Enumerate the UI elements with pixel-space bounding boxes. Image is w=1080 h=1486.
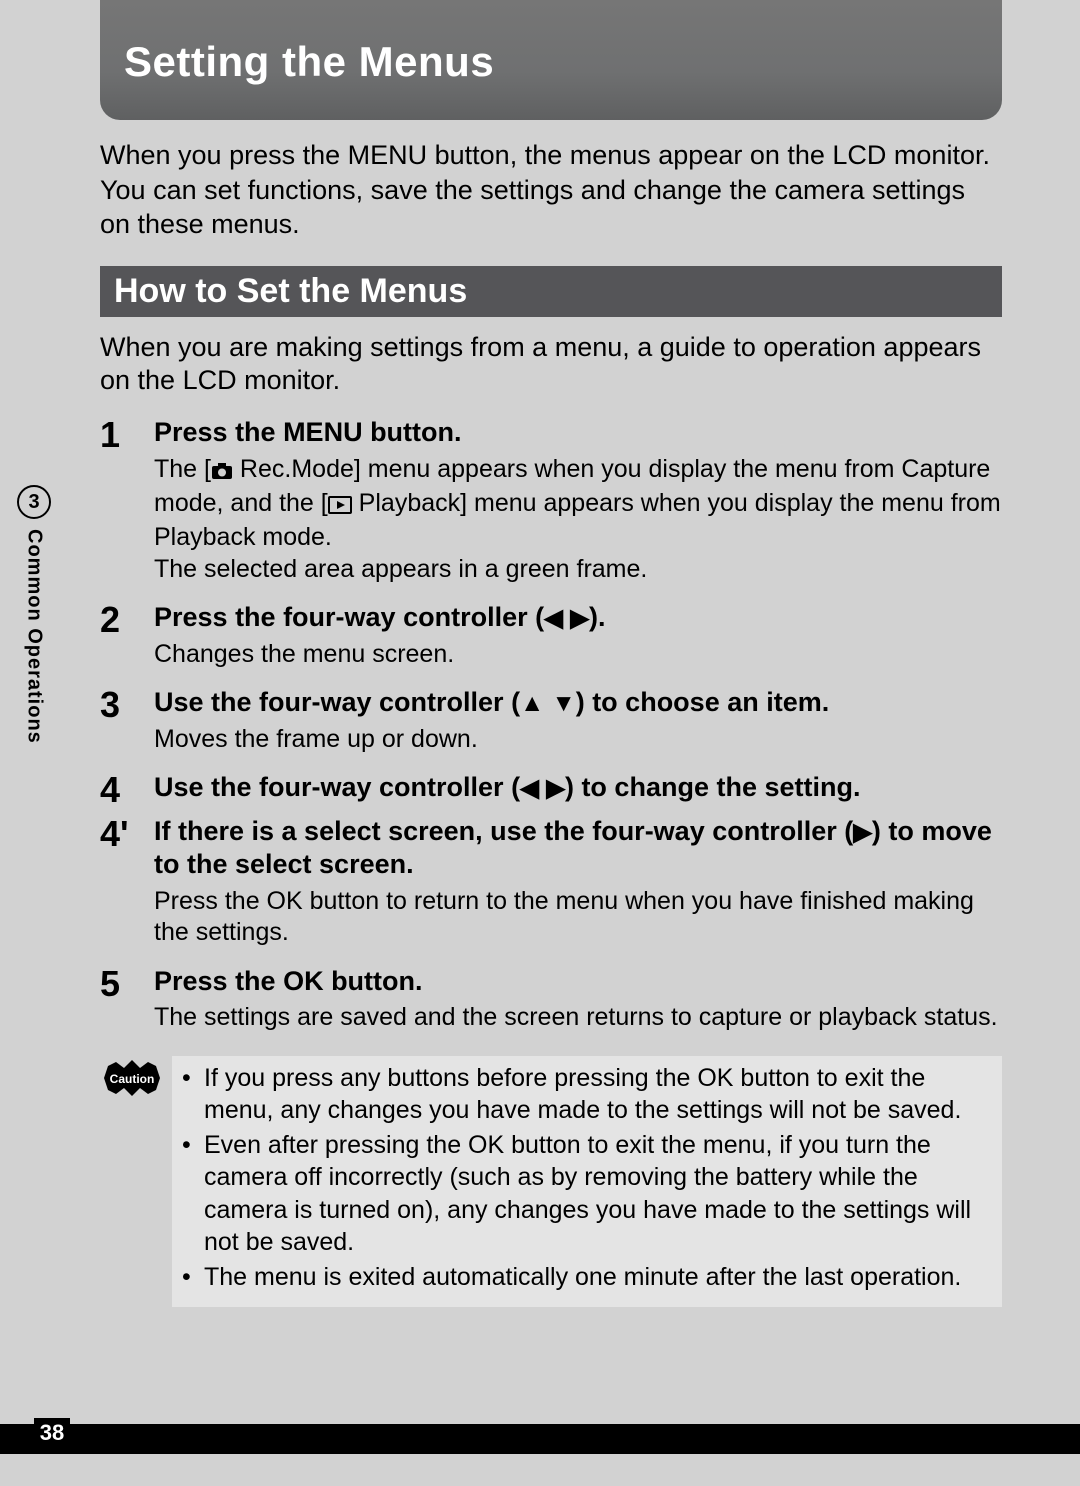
caution-icon: Caution	[100, 1058, 164, 1098]
step-body: Use the four-way controller (▲ ▼) to cho…	[154, 686, 1002, 765]
step-body: Press the OK button. The settings are sa…	[154, 965, 1002, 1044]
bullet-icon: •	[182, 1261, 204, 1294]
step-5: 5 Press the OK button. The settings are …	[100, 965, 1002, 1044]
caution-item: • If you press any buttons before pressi…	[182, 1062, 992, 1127]
sub-heading: How to Set the Menus	[100, 266, 1002, 317]
step2-title-a: Press the four-way controller (	[154, 602, 544, 632]
step4-title-a: Use the four-way controller (	[154, 772, 520, 802]
step-title: Press the four-way controller (◀ ▶).	[154, 601, 1002, 635]
page-title: Setting the Menus	[124, 38, 978, 86]
page: 3 Common Operations Setting the Menus Wh…	[0, 0, 1080, 1486]
triangle-right-icon: ▶	[853, 818, 872, 848]
side-tab: 3 Common Operations	[16, 485, 52, 805]
step-4: 4 Use the four-way controller (◀ ▶) to c…	[100, 771, 1002, 809]
page-heading-box: Setting the Menus	[100, 0, 1002, 120]
chapter-number: 3	[28, 491, 39, 514]
step-desc: Press the OK button to return to the men…	[154, 886, 1002, 949]
caution-block: Caution • If you press any buttons befor…	[100, 1056, 1002, 1308]
triangle-up-icon: ▲	[520, 689, 544, 719]
caution-text: If you press any buttons before pressing…	[204, 1062, 992, 1127]
step1-text-d: The selected area appears in a green fra…	[154, 555, 647, 583]
triangle-left-icon: ◀	[520, 774, 539, 804]
step-number: 2	[100, 601, 154, 680]
step-desc: The settings are saved and the screen re…	[154, 1002, 1002, 1033]
content-area: Setting the Menus When you press the MEN…	[100, 0, 1002, 1307]
camera-icon	[211, 457, 233, 488]
step-desc: The [ Rec.Mode] menu appears when you di…	[154, 454, 1002, 585]
step-4-prime: 4' If there is a select screen, use the …	[100, 815, 1002, 959]
step-number: 5	[100, 965, 154, 1044]
bullet-icon: •	[182, 1062, 204, 1127]
playback-icon	[328, 491, 352, 522]
step-title: Use the four-way controller (▲ ▼) to cho…	[154, 686, 1002, 720]
step-title: If there is a select screen, use the fou…	[154, 815, 1002, 883]
chapter-number-badge: 3	[17, 485, 51, 519]
step-3: 3 Use the four-way controller (▲ ▼) to c…	[100, 686, 1002, 765]
step-desc: Moves the frame up or down.	[154, 724, 1002, 755]
step-desc: Changes the menu screen.	[154, 639, 1002, 670]
step-body: Use the four-way controller (◀ ▶) to cha…	[154, 771, 1002, 809]
footer-bar	[0, 1424, 1080, 1454]
step3-title-b: ) to choose an item.	[576, 687, 830, 717]
step4p-title-a: If there is a select screen, use the fou…	[154, 816, 853, 846]
intro-text: When you press the MENU button, the menu…	[100, 138, 1002, 242]
step3-title-a: Use the four-way controller (	[154, 687, 520, 717]
step-2: 2 Press the four-way controller (◀ ▶). C…	[100, 601, 1002, 680]
step-number: 4'	[100, 815, 154, 959]
step-body: If there is a select screen, use the fou…	[154, 815, 1002, 959]
step2-title-b: ).	[589, 602, 606, 632]
step-body: Press the MENU button. The [ Rec.Mode] m…	[154, 416, 1002, 595]
triangle-down-icon: ▼	[552, 689, 576, 719]
step-title: Use the four-way controller (◀ ▶) to cha…	[154, 771, 1002, 805]
step-number: 4	[100, 771, 154, 809]
step-number: 3	[100, 686, 154, 765]
svg-text:Caution: Caution	[110, 1072, 155, 1086]
triangle-right-icon: ▶	[546, 774, 565, 804]
caution-list: • If you press any buttons before pressi…	[172, 1056, 1002, 1308]
step-title: Press the OK button.	[154, 965, 1002, 999]
triangle-left-icon: ◀	[544, 604, 563, 634]
step-body: Press the four-way controller (◀ ▶). Cha…	[154, 601, 1002, 680]
step-title: Press the MENU button.	[154, 416, 1002, 450]
step4-title-b: ) to change the setting.	[565, 772, 861, 802]
caution-text: The menu is exited automatically one min…	[204, 1261, 992, 1294]
caution-item: • The menu is exited automatically one m…	[182, 1261, 992, 1294]
bullet-icon: •	[182, 1129, 204, 1259]
step-number: 1	[100, 416, 154, 595]
page-number: 38	[34, 1418, 70, 1448]
triangle-right-icon: ▶	[570, 604, 589, 634]
step-1: 1 Press the MENU button. The [ Rec.Mode]…	[100, 416, 1002, 595]
caution-item: • Even after pressing the OK button to e…	[182, 1129, 992, 1259]
step1-text-a: The [	[154, 455, 211, 483]
sub-intro: When you are making settings from a menu…	[100, 331, 1002, 399]
chapter-label: Common Operations	[23, 529, 46, 744]
caution-text: Even after pressing the OK button to exi…	[204, 1129, 992, 1259]
